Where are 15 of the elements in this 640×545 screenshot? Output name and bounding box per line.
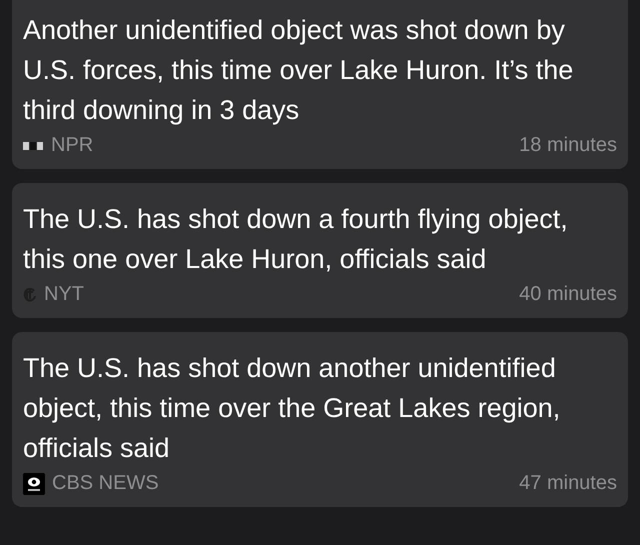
logo-icon (23, 286, 37, 302)
timestamp: 47 minutes (519, 472, 617, 495)
headline: The U.S. has shot down another unidentified object, this time over the Great Lakes region, officials said (23, 352, 562, 465)
source-name: CBS NEWS (52, 472, 159, 495)
headline: The U.S. has shot down a fourth flying object, this one over Lake Huron, officials said (23, 203, 569, 276)
timestamp: 40 minutes (519, 283, 617, 306)
source-name: NPR (51, 134, 94, 157)
timestamp: 18 minutes (519, 134, 617, 157)
logo-icon (23, 472, 45, 494)
news-card[interactable]: The U.S. has shot down a fourth flying object, this one over Lake Huron, officials said NYT 40 minutes (12, 183, 628, 318)
news-card[interactable]: The U.S. has shot down another unidentified object, this time over the Great Lakes region, officials said CBS NEWS 47 minutes (12, 332, 628, 507)
logo-icon (23, 142, 44, 150)
source-name: NYT (44, 283, 84, 306)
news-card[interactable]: Another unidentified object was shot down by U.S. forces, this time over Lake Huron. It’s the third downing in 3 days NPR 18 minutes (12, 0, 628, 169)
headline: Another unidentified object was shot down by U.S. forces, this time over Lake Huron. It’s the third downing in 3 days (23, 14, 574, 127)
